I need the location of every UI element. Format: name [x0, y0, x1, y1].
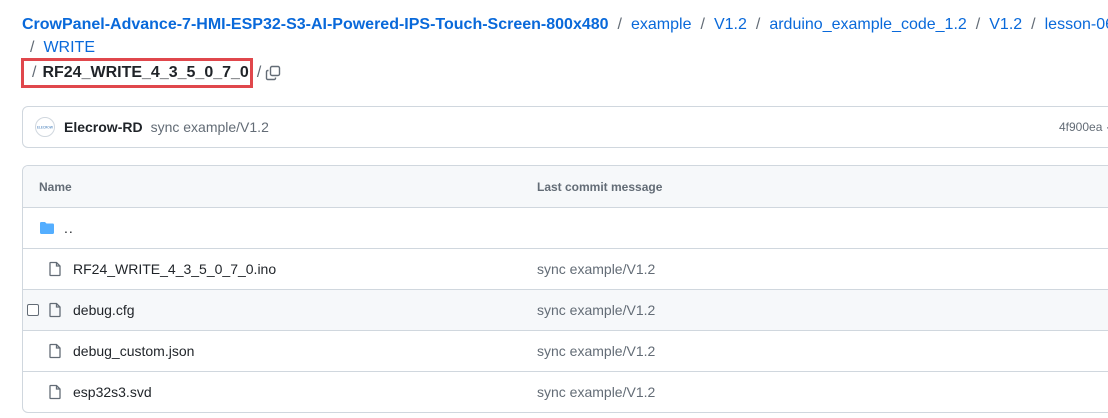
breadcrumb-link-v1-2[interactable]: V1.2 [714, 13, 747, 36]
svg-text:ELECROW: ELECROW [37, 126, 54, 130]
parent-directory-link[interactable]: .. [64, 220, 74, 236]
breadcrumb-repo-link[interactable]: CrowPanel-Advance-7-HMI-ESP32-S3-AI-Powe… [22, 13, 609, 36]
file-icon [47, 384, 63, 400]
file-name-link[interactable]: debug_custom.json [73, 343, 194, 359]
table-row-parent[interactable]: .. [23, 208, 1108, 249]
breadcrumb-separator: / [1031, 16, 1036, 33]
copy-icon [265, 65, 281, 81]
file-commit-message-link[interactable]: sync example/V1.2 [537, 261, 655, 277]
file-commit-message-link[interactable]: sync example/V1.2 [537, 302, 655, 318]
column-header-last-commit: Last commit message [537, 179, 663, 194]
breadcrumb-link-v1-2-sub[interactable]: V1.2 [989, 13, 1022, 36]
file-icon [47, 261, 63, 277]
breadcrumb-separator: / [32, 64, 37, 81]
breadcrumb-link-write[interactable]: WRITE [43, 36, 95, 59]
file-commit-message-link[interactable]: sync example/V1.2 [537, 384, 655, 400]
copy-path-button[interactable] [264, 64, 282, 82]
author-avatar[interactable]: ELECROW [35, 117, 55, 137]
table-row[interactable]: debug.cfg sync example/V1.2 [23, 290, 1108, 331]
table-header: Name Last commit message [23, 166, 1108, 208]
current-folder-row: / RF24_WRITE_4_3_5_0_7_0 / [21, 58, 282, 88]
file-commit-message-link[interactable]: sync example/V1.2 [537, 343, 655, 359]
file-name-link[interactable]: debug.cfg [73, 302, 135, 318]
elecrow-logo: ELECROW [37, 126, 54, 130]
breadcrumb-link-lesson-06[interactable]: lesson-06 [1045, 13, 1108, 36]
breadcrumb-separator: / [256, 64, 262, 81]
breadcrumb-line-1: CrowPanel-Advance-7-HMI-ESP32-S3-AI-Powe… [22, 13, 1108, 36]
breadcrumb-separator: / [975, 16, 981, 33]
breadcrumb-separator: / [755, 16, 761, 33]
commit-author[interactable]: Elecrow-RD [64, 119, 143, 135]
table-row[interactable]: esp32s3.svd sync example/V1.2 [23, 372, 1108, 412]
file-name-link[interactable]: esp32s3.svd [73, 384, 152, 400]
file-name-link[interactable]: RF24_WRITE_4_3_5_0_7_0.ino [73, 261, 276, 277]
breadcrumb-link-example[interactable]: example [631, 13, 691, 36]
commit-sha[interactable]: 4f900ea · [1059, 120, 1108, 134]
table-row[interactable]: debug_custom.json sync example/V1.2 [23, 331, 1108, 372]
column-header-name: Name [39, 179, 72, 194]
breadcrumb-line-2: / WRITE [22, 36, 1102, 59]
file-table: Name Last commit message .. RF24_WRITE_4… [22, 165, 1108, 413]
file-icon [47, 343, 63, 359]
latest-commit-bar: ELECROW Elecrow-RD sync example/V1.2 4f9… [22, 106, 1108, 148]
current-folder-name: RF24_WRITE_4_3_5_0_7_0 [42, 64, 249, 81]
breadcrumb-separator: / [30, 39, 35, 56]
breadcrumb-separator: / [617, 16, 622, 33]
file-icon [47, 302, 63, 318]
commit-message[interactable]: sync example/V1.2 [151, 119, 269, 135]
folder-icon [39, 220, 55, 236]
breadcrumb-separator: / [700, 16, 705, 33]
breadcrumb: CrowPanel-Advance-7-HMI-ESP32-S3-AI-Powe… [22, 13, 1108, 59]
table-row[interactable]: RF24_WRITE_4_3_5_0_7_0.ino sync example/… [23, 249, 1108, 290]
row-select-checkbox[interactable] [27, 304, 39, 316]
breadcrumb-link-arduino-example-code[interactable]: arduino_example_code_1.2 [769, 13, 966, 36]
current-folder-highlight: / RF24_WRITE_4_3_5_0_7_0 / [21, 58, 261, 88]
